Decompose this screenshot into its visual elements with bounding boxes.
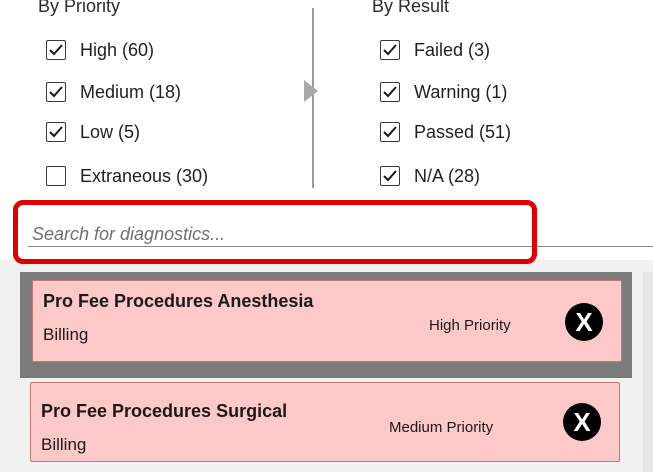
priority-low-checkbox[interactable]: Low (5) <box>46 118 140 146</box>
checkbox-box[interactable] <box>380 82 400 102</box>
checkmark-icon <box>49 126 63 138</box>
checkmark-icon <box>49 86 63 98</box>
diagnostic-card-selected[interactable]: Pro Fee Procedures Anesthesia Billing Hi… <box>20 272 632 378</box>
checkmark-icon <box>49 44 63 56</box>
checkbox-label: Warning (1) <box>414 81 508 102</box>
result-na-checkbox[interactable]: N/A (28) <box>380 162 480 190</box>
search-input[interactable] <box>32 222 622 246</box>
checkbox-box[interactable] <box>46 166 66 186</box>
checkbox-label: Extraneous (30) <box>80 165 209 186</box>
result-group-title: By Result <box>372 0 450 16</box>
checkbox-label: Passed (51) <box>414 121 512 142</box>
checkbox-label: Low (5) <box>80 121 141 142</box>
checkbox-box[interactable] <box>46 122 66 142</box>
expand-arrow-icon[interactable] <box>304 80 318 102</box>
diagnostic-category: Billing <box>43 325 89 344</box>
dismiss-button[interactable]: X <box>565 303 603 341</box>
diagnostic-card-body[interactable]: Pro Fee Procedures Anesthesia Billing Hi… <box>32 280 622 362</box>
diagnostic-title: Pro Fee Procedures Anesthesia <box>43 291 314 311</box>
checkbox-label: Medium (18) <box>80 81 182 102</box>
checkbox-label: N/A (28) <box>414 165 481 186</box>
result-passed-checkbox[interactable]: Passed (51) <box>380 118 511 146</box>
filter-panel: By Priority High (60) Medium (18) Low (5… <box>0 0 653 248</box>
diagnostic-priority: Medium Priority <box>389 419 494 436</box>
checkbox-box[interactable] <box>46 40 66 60</box>
priority-extraneous-checkbox[interactable]: Extraneous (30) <box>46 162 208 190</box>
checkbox-box[interactable] <box>380 40 400 60</box>
checkmark-icon <box>383 44 397 56</box>
list-scrollbar[interactable] <box>643 272 653 472</box>
checkbox-label: Failed (3) <box>414 39 491 60</box>
dismiss-button[interactable]: X <box>563 403 601 441</box>
checkbox-box[interactable] <box>380 166 400 186</box>
checkbox-box[interactable] <box>46 82 66 102</box>
diagnostic-category: Billing <box>41 435 87 454</box>
checkbox-label: High (60) <box>80 39 155 60</box>
priority-high-checkbox[interactable]: High (60) <box>46 36 154 64</box>
checkmark-icon <box>383 126 397 138</box>
checkmark-icon <box>383 86 397 98</box>
priority-group-title: By Priority <box>38 0 121 16</box>
search-underline <box>28 246 653 247</box>
diagnostic-title: Pro Fee Procedures Surgical <box>41 401 288 421</box>
diagnostic-priority: High Priority <box>429 317 511 334</box>
priority-medium-checkbox[interactable]: Medium (18) <box>46 78 181 106</box>
checkbox-box[interactable] <box>380 122 400 142</box>
result-warning-checkbox[interactable]: Warning (1) <box>380 78 507 106</box>
result-failed-checkbox[interactable]: Failed (3) <box>380 36 490 64</box>
diagnostic-card[interactable]: Pro Fee Procedures Surgical Billing Medi… <box>30 382 620 462</box>
checkmark-icon <box>383 170 397 182</box>
